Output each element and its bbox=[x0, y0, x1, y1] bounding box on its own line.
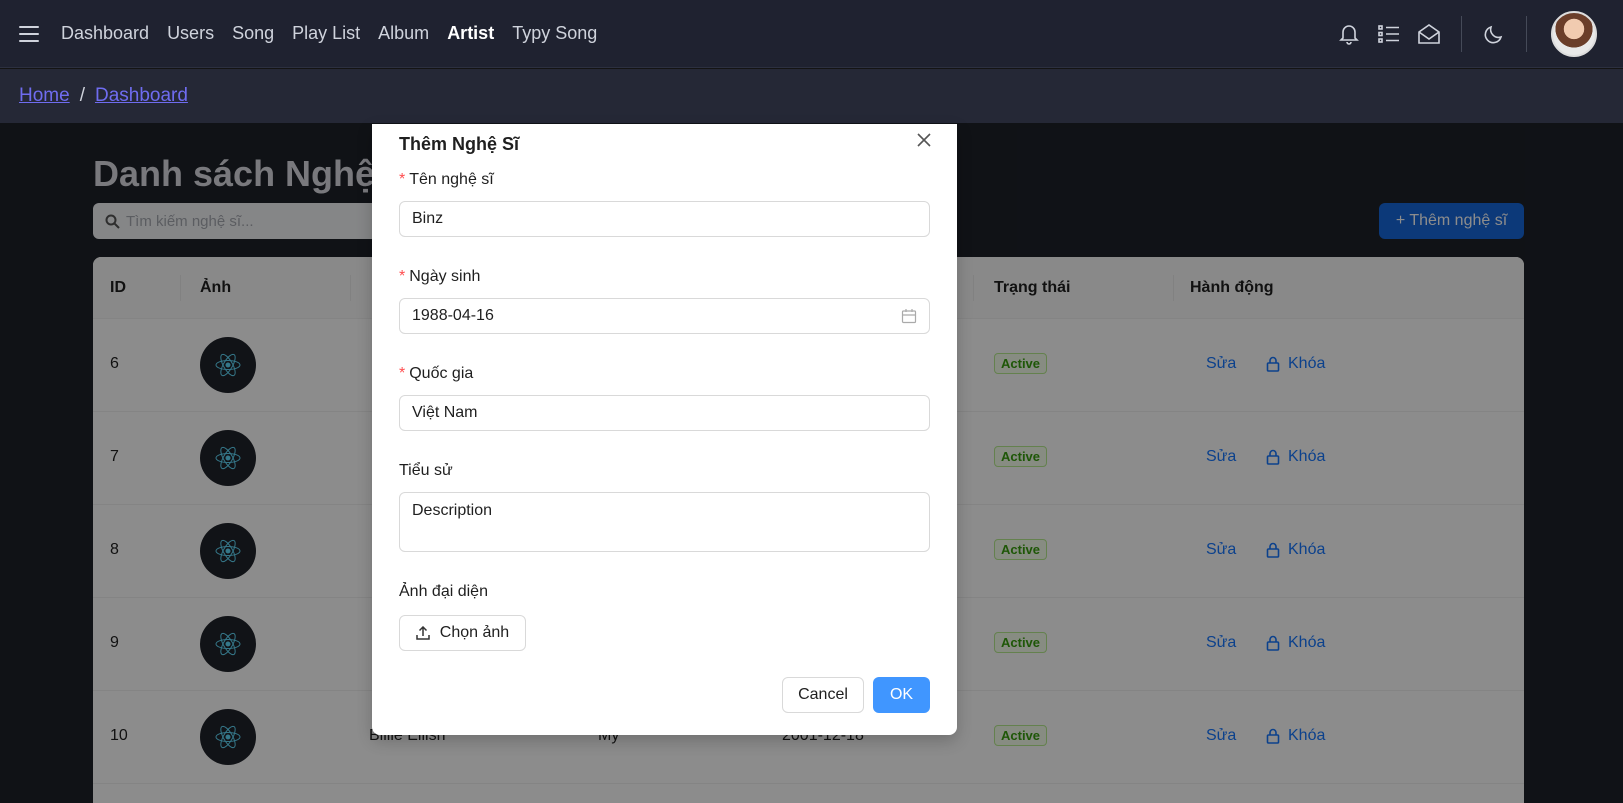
nav-link-artist[interactable]: Artist bbox=[447, 23, 494, 44]
ok-button[interactable]: OK bbox=[873, 677, 930, 713]
modal-title: Thêm Nghệ Sĩ bbox=[399, 134, 520, 154]
nav-link-playlist[interactable]: Play List bbox=[292, 23, 360, 44]
bio-textarea[interactable]: Description bbox=[399, 492, 930, 552]
bio-label: Tiểu sử bbox=[399, 462, 453, 479]
artist-name-input[interactable]: Binz bbox=[399, 201, 930, 237]
nav-divider bbox=[1461, 16, 1462, 52]
mail-icon[interactable] bbox=[1417, 22, 1441, 46]
birth-date-picker[interactable]: 1988-04-16 bbox=[399, 298, 930, 334]
birth-date-label: * Ngày sinh bbox=[399, 268, 481, 285]
artist-name-label: * Tên nghệ sĩ bbox=[399, 171, 494, 188]
choose-image-label: Chọn ảnh bbox=[439, 624, 510, 641]
nav-link-song[interactable]: Song bbox=[232, 23, 274, 44]
calendar-icon bbox=[901, 309, 917, 324]
list-icon[interactable] bbox=[1377, 22, 1401, 46]
nav-link-users[interactable]: Users bbox=[167, 23, 214, 44]
hamburger-menu-icon[interactable] bbox=[19, 25, 39, 42]
nav-divider bbox=[1526, 16, 1527, 52]
bio-value: Description bbox=[412, 502, 493, 519]
close-icon[interactable] bbox=[913, 129, 935, 151]
birth-date-value: 1988-04-16 bbox=[412, 307, 494, 324]
nav-links: Dashboard Users Song Play List Album Art… bbox=[61, 23, 597, 44]
breadcrumb: Home / Dashboard bbox=[0, 69, 1623, 123]
add-artist-modal: Thêm Nghệ Sĩ * Tên nghệ sĩ Binz * Ngày sin… bbox=[372, 124, 957, 735]
user-avatar[interactable] bbox=[1551, 11, 1597, 57]
nav-link-dashboard[interactable]: Dashboard bbox=[61, 23, 149, 44]
top-navbar: Dashboard Users Song Play List Album Art… bbox=[0, 0, 1623, 68]
avatar-upload-label: Ảnh đại diện bbox=[399, 583, 488, 600]
moon-icon[interactable] bbox=[1482, 22, 1506, 46]
country-label: * Quốc gia bbox=[399, 365, 474, 382]
country-input[interactable]: Việt Nam bbox=[399, 395, 930, 431]
choose-image-button[interactable]: Chọn ảnh bbox=[399, 615, 526, 651]
cancel-button[interactable]: Cancel bbox=[782, 677, 864, 713]
upload-icon bbox=[416, 626, 430, 640]
bell-icon[interactable] bbox=[1337, 22, 1361, 46]
nav-link-typy-song[interactable]: Typy Song bbox=[512, 23, 597, 44]
nav-actions bbox=[1321, 10, 1597, 58]
breadcrumb-dashboard[interactable]: Dashboard bbox=[95, 85, 188, 107]
nav-link-album[interactable]: Album bbox=[378, 23, 429, 44]
breadcrumb-separator: / bbox=[79, 85, 85, 106]
breadcrumb-home[interactable]: Home bbox=[19, 85, 70, 107]
